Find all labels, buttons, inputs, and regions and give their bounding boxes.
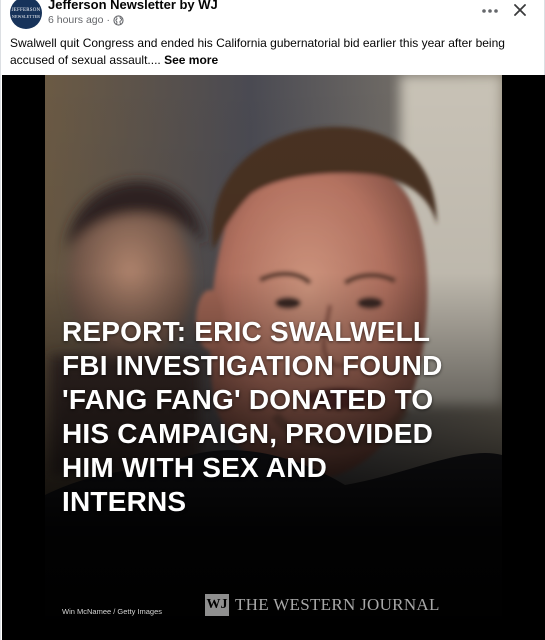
photo-credit: Win McNamee / Getty Images bbox=[62, 607, 163, 616]
avatar-text-line2: NEWSLETTER bbox=[11, 13, 41, 19]
headline-text: REPORT: ERIC SWALWELL FBI INVESTIGATION … bbox=[62, 316, 443, 517]
caption-text: Swalwell quit Congress and ended his Cal… bbox=[10, 36, 505, 67]
publisher-logo: WJ THE WESTERN JOURNAL bbox=[205, 594, 440, 616]
meta-separator: · bbox=[106, 14, 110, 26]
post-meta: 6 hours ago · bbox=[48, 14, 124, 26]
post-caption: Swalwell quit Congress and ended his Cal… bbox=[10, 35, 530, 69]
close-icon[interactable] bbox=[511, 1, 529, 19]
publisher-name: THE WESTERN JOURNAL bbox=[235, 595, 440, 614]
post-media: REPORT: ERIC SWALWELL FBI INVESTIGATION … bbox=[2, 75, 545, 640]
post-header: JEFFERSON NEWSLETTER Jefferson Newslette… bbox=[1, 0, 545, 36]
timestamp-link[interactable]: 6 hours ago bbox=[48, 14, 103, 26]
globe-icon[interactable] bbox=[113, 14, 124, 26]
page-name-link[interactable]: Jefferson Newsletter by WJ bbox=[48, 0, 218, 12]
see-more-link[interactable]: See more bbox=[164, 53, 218, 67]
avatar[interactable]: JEFFERSON NEWSLETTER bbox=[10, 0, 42, 29]
more-options-icon[interactable] bbox=[480, 3, 500, 19]
publisher-mark: WJ bbox=[205, 594, 229, 616]
facebook-post: JEFFERSON NEWSLETTER Jefferson Newslette… bbox=[0, 0, 545, 640]
